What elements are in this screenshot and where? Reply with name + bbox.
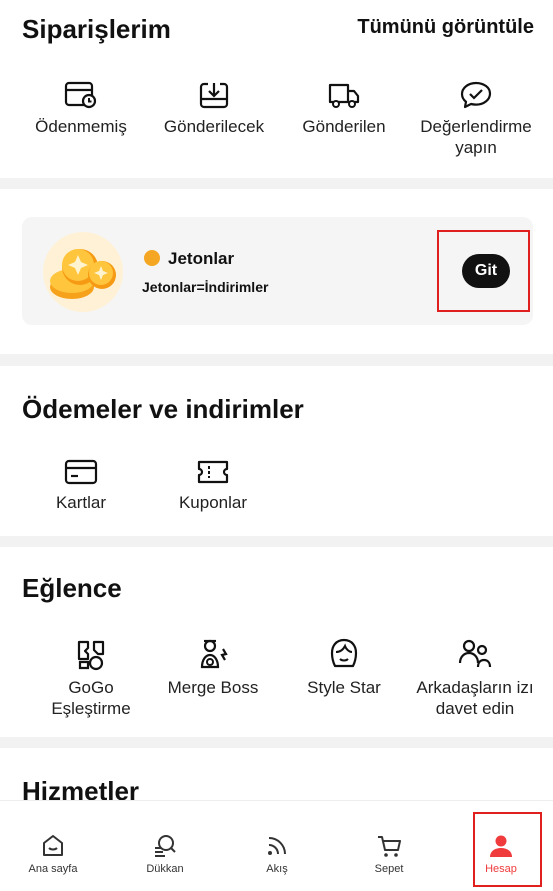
payments-item-cards[interactable]: Kartlar (36, 458, 126, 513)
coins-title: Jetonlar (144, 249, 235, 269)
fun-item-label: GoGo Eşleştirme (51, 678, 131, 718)
gogo-match-icon (77, 640, 105, 671)
nav-item-label: Akış (266, 863, 288, 875)
nav-item-feed[interactable]: Akış (237, 833, 317, 875)
feed-icon (268, 837, 286, 855)
orders-item-label: Gönderilecek (163, 117, 265, 136)
payments-card: Ödemeler ve indirimler Kartlar Kuponlar (0, 366, 553, 536)
orders-item-unpaid[interactable]: Ödenmemiş (28, 80, 134, 137)
shop-icon (155, 835, 176, 857)
payments-item-label: Kartlar (55, 493, 107, 512)
shipped-truck-icon (328, 83, 360, 108)
orders-item-to-ship[interactable]: Gönderilecek (155, 80, 273, 137)
home-icon (43, 835, 63, 856)
git-button[interactable]: Git (462, 254, 510, 288)
fun-item-merge-boss[interactable]: Merge Boss (160, 637, 266, 698)
view-all-link[interactable]: Tümünü görüntüle (357, 16, 534, 39)
coin-badge-icon (144, 250, 160, 266)
fun-title: Eğlence (22, 573, 122, 603)
coins-title-text: Jetonlar (168, 249, 235, 268)
orders-item-label: Gönderilen (302, 117, 386, 136)
card-icon (64, 459, 98, 485)
fun-item-invite[interactable]: Arkadaşların izı davet edin (412, 637, 538, 719)
orders-title: Siparişlerim (22, 14, 171, 44)
fun-item-label: Arkadaşların izı davet edin (416, 678, 534, 718)
payments-title: Ödemeler ve indirimler (22, 394, 304, 424)
orders-item-label: Değerlendirme yapın (420, 117, 532, 157)
style-star-icon (330, 638, 358, 668)
services-card: Hizmetler (0, 748, 553, 800)
fun-item-style-star[interactable]: Style Star (296, 637, 392, 698)
account-highlight-box (473, 812, 542, 887)
nav-item-shop[interactable]: Dükkan (125, 833, 205, 875)
bottom-nav: Ana sayfa Dükkan Akış Sepet Hesap (0, 800, 553, 891)
to-ship-icon (199, 82, 229, 109)
nav-item-label: Ana sayfa (28, 863, 78, 875)
nav-item-label: Sepet (374, 863, 404, 875)
coupon-icon (197, 460, 229, 484)
orders-card: Siparişlerim Tümünü görüntüle Ödenmemiş … (0, 0, 553, 178)
coins-pile-icon (43, 232, 123, 312)
merge-boss-icon (200, 639, 228, 669)
fun-item-gogo[interactable]: GoGo Eşleştirme (36, 637, 146, 719)
fun-item-label: Style Star (307, 678, 381, 697)
orders-item-review[interactable]: Değerlendirme yapın (412, 80, 540, 158)
fun-card: Eğlence GoGo Eşleştirme Merge Boss Style… (0, 547, 553, 737)
orders-item-shipped[interactable]: Gönderilen (292, 80, 396, 137)
nav-item-label: Dükkan (146, 863, 184, 875)
fun-item-label: Merge Boss (167, 678, 259, 697)
invite-friends-icon (458, 639, 492, 668)
cart-icon (378, 836, 401, 857)
payments-item-coupons[interactable]: Kuponlar (168, 458, 258, 513)
review-chat-icon (460, 81, 492, 109)
services-title: Hizmetler (22, 776, 140, 800)
unpaid-icon (64, 81, 97, 109)
nav-item-cart[interactable]: Sepet (349, 833, 429, 875)
coins-subtitle: Jetonlar=İndirimler (142, 279, 269, 295)
payments-item-label: Kuponlar (178, 493, 248, 512)
nav-item-home[interactable]: Ana sayfa (13, 833, 93, 875)
orders-item-label: Ödenmemiş (35, 117, 127, 136)
